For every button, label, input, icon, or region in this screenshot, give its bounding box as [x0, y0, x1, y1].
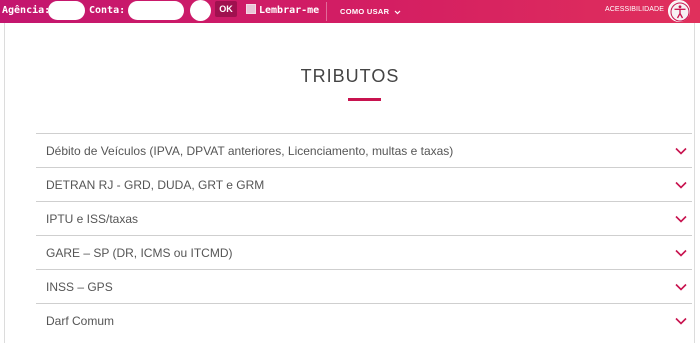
- como-usar-label: COMO USAR: [340, 7, 390, 16]
- agencia-label: Agência:: [2, 5, 51, 16]
- accordion-item[interactable]: GARE – SP (DR, ICMS ou ITCMD): [36, 235, 692, 269]
- accordion-item[interactable]: Débito de Veículos (IPVA, DPVAT anterior…: [36, 133, 692, 167]
- page-title: TRIBUTOS: [300, 66, 400, 86]
- accordion-item[interactable]: IPTU e ISS/taxas: [36, 201, 692, 235]
- conta-label: Conta:: [89, 5, 126, 16]
- conta-digit-input[interactable]: [190, 0, 211, 21]
- title-underline: [348, 98, 381, 101]
- accordion-item[interactable]: Darf Comum: [36, 303, 692, 337]
- accordion-item[interactable]: DETRAN RJ - GRD, DUDA, GRT e GRM: [36, 167, 692, 201]
- como-usar-menu[interactable]: COMO USAR: [340, 7, 401, 16]
- chevron-down-icon: [394, 10, 401, 14]
- accordion-item-label: GARE – SP (DR, ICMS ou ITCMD): [46, 246, 233, 260]
- chevron-down-icon[interactable]: [674, 248, 688, 258]
- accordion-item-label: Débito de Veículos (IPVA, DPVAT anterior…: [46, 144, 454, 158]
- chevron-down-icon[interactable]: [674, 316, 688, 326]
- accordion-item-label: IPTU e ISS/taxas: [46, 212, 139, 226]
- tributos-accordion: Débito de Veículos (IPVA, DPVAT anterior…: [36, 133, 692, 337]
- lembrar-label[interactable]: Lembrar-me: [259, 5, 319, 16]
- accordion-item-label: Darf Comum: [46, 314, 115, 328]
- lembrar-checkbox[interactable]: [246, 4, 256, 14]
- chevron-down-icon[interactable]: [674, 146, 688, 156]
- accordion-item[interactable]: INSS – GPS: [36, 269, 692, 303]
- accordion-item-label: DETRAN RJ - GRD, DUDA, GRT e GRM: [46, 178, 265, 192]
- chevron-down-icon[interactable]: [674, 282, 688, 292]
- accessibility-person-icon[interactable]: [668, 0, 690, 22]
- topbar-divider: [326, 2, 327, 21]
- chevron-down-icon[interactable]: [674, 214, 688, 224]
- accordion-item-label: INSS – GPS: [46, 280, 113, 294]
- ok-button[interactable]: OK: [215, 1, 237, 17]
- top-bar: Agência: Conta: OK Lembrar-me COMO USAR …: [0, 0, 700, 23]
- conta-input[interactable]: [128, 1, 184, 20]
- agencia-input[interactable]: [48, 1, 85, 20]
- chevron-down-icon[interactable]: [674, 180, 688, 190]
- acessibilidade-link[interactable]: ACESSIBILIDADE: [605, 6, 664, 13]
